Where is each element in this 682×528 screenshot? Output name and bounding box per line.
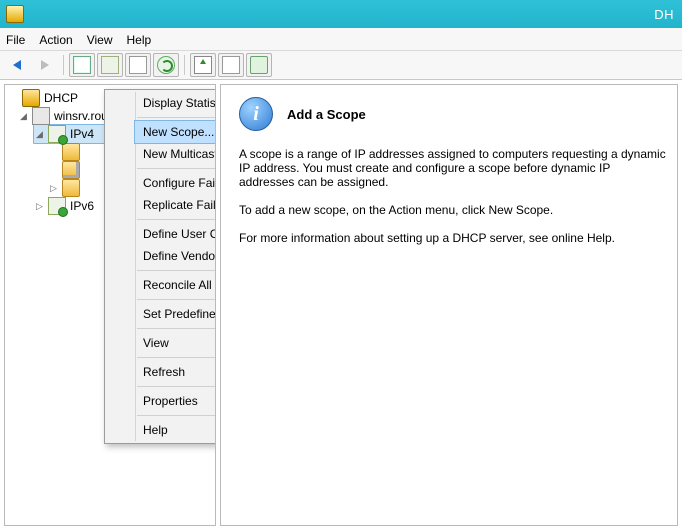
document-icon: [73, 56, 91, 74]
menu-separator: [137, 415, 216, 416]
ipv6-icon: [48, 197, 66, 215]
menu-separator: [137, 168, 216, 169]
menu-reconcile-all-scopes[interactable]: Reconcile All Scopes...: [135, 274, 216, 296]
menu-properties[interactable]: Properties: [135, 390, 216, 412]
folder-icon: [62, 179, 80, 197]
menu-separator: [137, 299, 216, 300]
menu-view[interactable]: View: [87, 33, 113, 47]
menu-set-predefined-options[interactable]: Set Predefined Options...: [135, 303, 216, 325]
menu-separator: [137, 386, 216, 387]
toolbar-button-3[interactable]: [125, 53, 151, 77]
menu-item-label: New Scope...: [143, 125, 214, 139]
client-area: ▶ DHCP ◢ winsrv.roundrobin.com ◢ IPv4 ▶ …: [0, 80, 682, 528]
menu-item-label: Define User Classes...: [143, 227, 216, 241]
menu-define-user-classes[interactable]: Define User Classes...: [135, 223, 216, 245]
server-icon: [32, 107, 50, 125]
menu-help[interactable]: Help: [127, 33, 152, 47]
content-paragraph: To add a new scope, on the Action menu, …: [239, 203, 667, 217]
menu-configure-failover[interactable]: Configure Failover...: [135, 172, 216, 194]
folder-icon: [62, 143, 80, 161]
toolbar-button-2[interactable]: [97, 53, 123, 77]
tree-label: IPv4: [70, 125, 94, 143]
context-menu: Display Statistics... New Scope... New M…: [104, 89, 216, 444]
menu-display-statistics[interactable]: Display Statistics...: [135, 92, 216, 114]
content-title: Add a Scope: [287, 107, 366, 122]
content-paragraph: A scope is a range of IP addresses assig…: [239, 147, 667, 189]
app-icon: [6, 5, 24, 23]
menu-item-label: Configure Failover...: [143, 176, 216, 190]
toolbar-refresh-button[interactable]: [153, 53, 179, 77]
window-title: DH: [654, 7, 676, 22]
menu-item-label: Define Vendor Classes...: [143, 249, 216, 263]
toolbar: [0, 51, 682, 80]
content-pane: i Add a Scope A scope is a range of IP a…: [220, 84, 678, 526]
tree-label: DHCP: [44, 89, 78, 107]
twisty-collapsed-icon[interactable]: ▷: [35, 202, 44, 211]
menu-separator: [137, 219, 216, 220]
menu-file[interactable]: File: [6, 33, 25, 47]
menu-separator: [137, 117, 216, 118]
toolbar-separator: [63, 55, 64, 75]
menu-item-label: Replicate Failover Scopes...: [143, 198, 216, 212]
menu-separator: [137, 270, 216, 271]
tree-pane: ▶ DHCP ◢ winsrv.roundrobin.com ◢ IPv4 ▶ …: [4, 84, 216, 526]
menu-refresh[interactable]: Refresh: [135, 361, 216, 383]
nav-forward-button[interactable]: [32, 53, 58, 77]
content-paragraph: For more information about setting up a …: [239, 231, 667, 245]
menu-item-label: Display Statistics...: [143, 96, 216, 110]
toolbar-button-7[interactable]: [246, 53, 272, 77]
nav-back-button[interactable]: [4, 53, 30, 77]
arrow-left-icon: [13, 60, 21, 70]
monitor-icon: [250, 56, 268, 74]
content-header: i Add a Scope: [239, 97, 667, 131]
folder-gear-icon: [62, 161, 80, 179]
menu-item-label: Properties: [143, 394, 198, 408]
sheet-icon: [222, 56, 240, 74]
arrow-right-icon: [41, 60, 49, 70]
twisty-expanded-icon[interactable]: ◢: [35, 130, 44, 139]
info-icon: i: [239, 97, 273, 131]
twisty-expanded-icon[interactable]: ◢: [19, 112, 28, 121]
menu-view-submenu[interactable]: View: [135, 332, 216, 354]
box-icon: [101, 56, 119, 74]
menu-item-label: View: [143, 336, 169, 350]
menu-item-label: Refresh: [143, 365, 185, 379]
menu-item-label: Reconcile All Scopes...: [143, 278, 216, 292]
menu-item-label: New Multicast Scope...: [143, 147, 216, 161]
menu-separator: [137, 328, 216, 329]
menu-item-label: Set Predefined Options...: [143, 307, 216, 321]
toolbar-separator: [184, 55, 185, 75]
dhcp-icon: [22, 89, 40, 107]
menu-replicate-failover-scopes[interactable]: Replicate Failover Scopes...: [135, 194, 216, 216]
toolbar-export-button[interactable]: [190, 53, 216, 77]
refresh-icon: [157, 56, 175, 74]
sheet-icon: [129, 56, 147, 74]
menu-new-scope[interactable]: New Scope...: [134, 120, 216, 144]
menu-item-label: Help: [143, 423, 168, 437]
toolbar-button-6[interactable]: [218, 53, 244, 77]
export-icon: [194, 56, 212, 74]
content-body: A scope is a range of IP addresses assig…: [239, 147, 667, 245]
menu-action[interactable]: Action: [39, 33, 72, 47]
twisty-collapsed-icon[interactable]: ▷: [49, 184, 58, 193]
tree-label: IPv6: [70, 197, 94, 215]
menu-new-multicast-scope[interactable]: New Multicast Scope...: [135, 143, 216, 165]
ipv4-icon: [48, 125, 66, 143]
menu-separator: [137, 357, 216, 358]
menubar: File Action View Help: [0, 28, 682, 51]
menu-help[interactable]: Help: [135, 419, 216, 441]
window-titlebar: DH: [0, 0, 682, 28]
menu-define-vendor-classes[interactable]: Define Vendor Classes...: [135, 245, 216, 267]
toolbar-button-1[interactable]: [69, 53, 95, 77]
